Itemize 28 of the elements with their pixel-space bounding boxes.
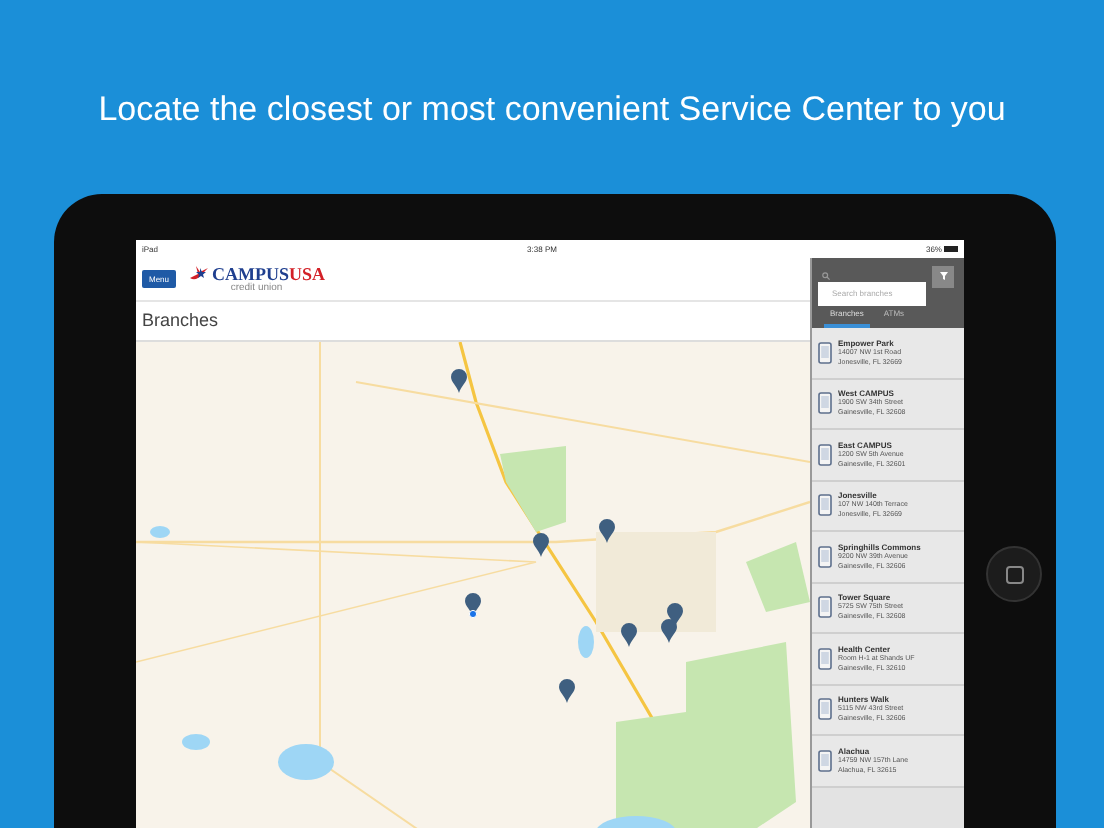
- star-logo-icon: [188, 266, 210, 282]
- map-pin-icon[interactable]: [531, 532, 550, 558]
- headline: Locate the closest or most convenient Service Center to you: [98, 90, 1006, 128]
- search-icon: [822, 272, 830, 280]
- building-icon: [818, 545, 832, 568]
- map-pin-icon[interactable]: [558, 677, 577, 703]
- building-icon: [818, 647, 832, 670]
- map-pin-icon[interactable]: [619, 622, 637, 648]
- filter-button[interactable]: [932, 265, 954, 287]
- battery-icon: [944, 246, 958, 252]
- building-icon: [818, 392, 832, 415]
- home-button[interactable]: [986, 546, 1042, 602]
- map-pin-icon[interactable]: [598, 517, 617, 543]
- map-pin-icon[interactable]: [450, 367, 469, 393]
- building-icon: [818, 341, 832, 364]
- page-title: Branches: [142, 307, 219, 334]
- building-icon: [818, 749, 832, 772]
- building-icon: [818, 443, 832, 466]
- logo-accent: USA: [289, 265, 326, 283]
- filter-icon: [939, 272, 947, 280]
- square-icon: [1005, 565, 1023, 583]
- map-pin-icon[interactable]: [666, 602, 685, 628]
- logo-text: CAMPUS: [212, 265, 289, 283]
- building-icon: [818, 494, 832, 517]
- building-icon: [818, 596, 832, 619]
- map-pin-icon[interactable]: [659, 617, 678, 643]
- map-pin-icon[interactable]: [464, 592, 482, 618]
- building-icon: [818, 698, 832, 721]
